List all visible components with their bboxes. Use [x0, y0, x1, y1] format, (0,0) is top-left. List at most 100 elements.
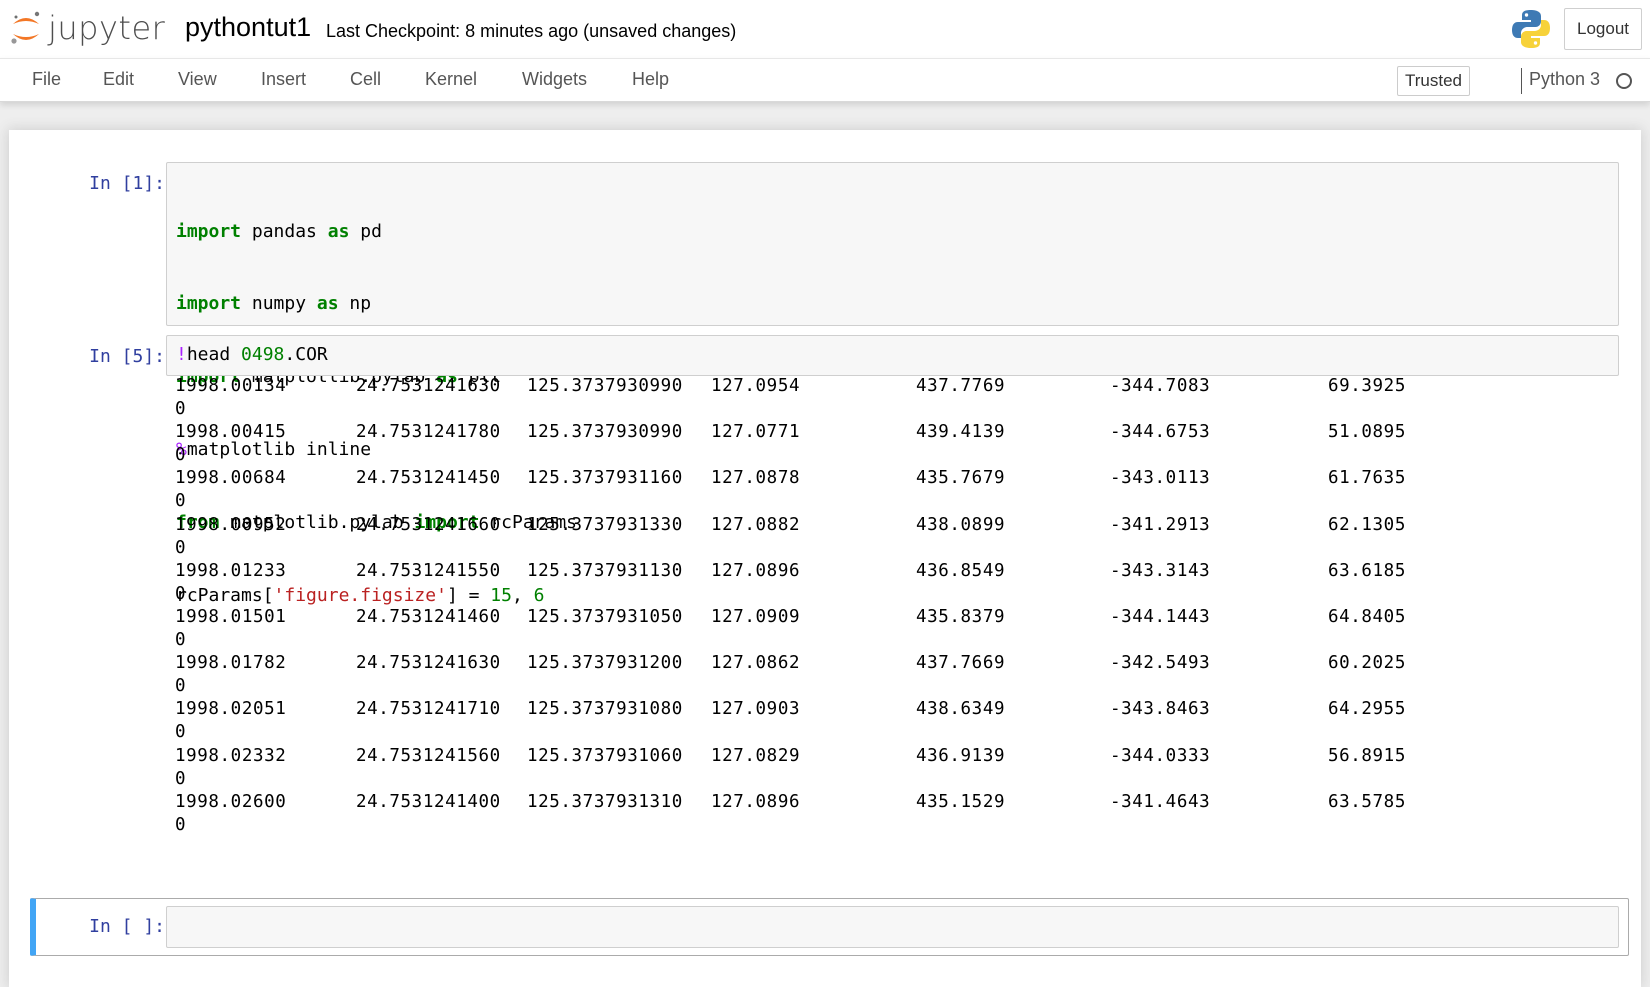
output-row-wrap: 0	[175, 583, 187, 604]
output-cell: 437.7669	[916, 653, 1006, 674]
output-row: 1998.02332 24.7531241560 125.3737931060 127…	[175, 746, 1475, 768]
output-cell: 24.7531241780	[356, 422, 501, 443]
checkpoint-status: Last Checkpoint: 8 minutes ago (unsaved …	[326, 21, 737, 41]
code-text: ,	[511, 585, 534, 607]
output-row-wrap: 0	[175, 676, 187, 697]
output-cell: 125.3737931060	[527, 745, 683, 766]
output-cell: 125.3737930990	[527, 376, 683, 396]
cell-1-prompt: In [1]:	[89, 173, 165, 194]
cell-2-prompt: In [5]:	[89, 346, 165, 367]
output-cell: -343.3143	[1110, 560, 1211, 581]
output-cell: -343.0113	[1110, 468, 1211, 489]
output-cell: 51.0895	[1328, 422, 1406, 443]
menu-edit[interactable]: Edit	[103, 69, 134, 90]
cell-3-prompt: In [ ]:	[89, 916, 165, 937]
output-cell: 127.0909	[711, 607, 801, 627]
output-cell: 125.3737931130	[527, 560, 683, 581]
menu-view[interactable]: View	[178, 69, 217, 90]
output-row-wrap: 0	[175, 445, 187, 466]
output-cell: 438.6349	[916, 699, 1006, 720]
output-cell: 125.3737931160	[527, 468, 683, 489]
menu-help[interactable]: Help	[632, 69, 669, 90]
cell-2-code-input[interactable]: !head 0498.COR	[166, 335, 1619, 376]
output-cell: 127.0954	[711, 376, 801, 396]
code-text: ] =	[446, 585, 491, 607]
output-cell: 60.2025	[1328, 653, 1406, 674]
output-cell: 1998.02600	[175, 791, 287, 812]
output-cell: 63.5785	[1328, 791, 1406, 812]
kernel-name[interactable]: Python 3	[1529, 69, 1600, 90]
output-cell: 437.7769	[916, 376, 1006, 396]
output-cell: 24.7531241450	[356, 468, 501, 489]
shell-bang: !	[176, 344, 187, 365]
cell-1-code-input[interactable]: import pandas as pd import numpy as np i…	[166, 162, 1619, 606]
notebook-header: jupyter pythontut1 Last Checkpoint: 8 mi…	[0, 0, 1650, 58]
output-cell: 56.8915	[1328, 745, 1406, 766]
output-cell: 125.3737931330	[527, 514, 683, 535]
notebook-container: In [1]: import pandas as pd import numpy…	[9, 130, 1641, 987]
output-cell: 61.7635	[1328, 468, 1406, 489]
code-line: import numpy as np	[176, 292, 1609, 316]
output-cell: 24.7531241630	[356, 376, 501, 396]
output-row-wrap: 0	[175, 722, 187, 743]
menu-widgets[interactable]: Widgets	[522, 69, 587, 90]
output-row-wrap: 0	[175, 491, 187, 512]
output-cell: 24.7531241400	[356, 791, 501, 812]
menu-kernel[interactable]: Kernel	[425, 69, 477, 90]
trusted-indicator[interactable]: Trusted	[1397, 66, 1470, 96]
output-cell: 127.0882	[711, 514, 801, 535]
output-cell: 125.3737930990	[527, 422, 683, 443]
output-cell: 127.0896	[711, 791, 801, 812]
code-text: numpy	[241, 293, 317, 315]
output-cell: 24.7531241660	[356, 514, 501, 535]
output-cell: 438.0899	[916, 514, 1006, 535]
output-cell: 127.0862	[711, 653, 801, 674]
number-literal: 0498	[241, 344, 285, 365]
output-cell: 127.0896	[711, 560, 801, 581]
output-cell: 1998.00684	[175, 468, 287, 489]
output-cell: 436.9139	[916, 745, 1006, 766]
cell-1-code: import pandas as pd import numpy as np i…	[167, 163, 1618, 665]
menubar: File Edit View Insert Cell Kernel Widget…	[0, 58, 1650, 102]
kernel-idle-icon	[1616, 73, 1632, 89]
output-cell: 62.1305	[1328, 514, 1406, 535]
code-text: .COR	[284, 344, 328, 365]
output-cell: 435.1529	[916, 791, 1006, 812]
number-literal: 15	[490, 585, 512, 607]
jupyter-logo-text: jupyter	[48, 9, 166, 47]
logout-button[interactable]: Logout	[1564, 8, 1642, 50]
output-cell: 69.3925	[1328, 376, 1406, 396]
output-row-wrap: 0	[175, 630, 187, 650]
output-row: 1998.02051 24.7531241710 125.3737931080 127…	[175, 699, 1475, 721]
keyword: as	[316, 293, 339, 315]
output-cell: 436.8549	[916, 560, 1006, 581]
notebook-name[interactable]: pythontut1	[185, 12, 311, 43]
keyword: import	[176, 293, 242, 315]
keyword: as	[327, 220, 350, 242]
output-cell: 1998.02051	[175, 699, 287, 720]
cell-3-code-input[interactable]	[166, 906, 1619, 948]
output-cell: 1998.02332	[175, 745, 287, 766]
menu-insert[interactable]: Insert	[261, 69, 306, 90]
menu-file[interactable]: File	[32, 69, 61, 90]
output-cell: 1998.00952	[175, 514, 287, 535]
jupyter-logo[interactable]: jupyter	[10, 6, 165, 50]
kernel-separator	[1521, 68, 1522, 94]
output-cell: -341.4643	[1110, 791, 1211, 812]
menu-cell[interactable]: Cell	[350, 69, 381, 90]
output-cell: 125.3737931080	[527, 699, 683, 720]
python-logo-icon	[1512, 10, 1550, 48]
code-line: rcParams['figure.figsize'] = 15, 6	[176, 584, 1609, 608]
output-row: 1998.00684 24.7531241450 125.3737931160 127…	[175, 468, 1475, 490]
output-row: 1998.01782 24.7531241630 125.3737931200 127…	[175, 653, 1475, 675]
output-cell: -343.8463	[1110, 699, 1211, 720]
output-cell: 1998.01233	[175, 560, 287, 581]
code-text: np	[338, 293, 372, 315]
code-text: head	[186, 344, 242, 365]
output-cell: 125.3737931200	[527, 653, 683, 674]
output-cell: 1998.00415	[175, 422, 287, 443]
output-cell: -341.2913	[1110, 514, 1211, 535]
output-cell: 1998.00134	[175, 376, 287, 396]
output-cell: -344.1443	[1110, 607, 1211, 627]
output-cell: 24.7531241630	[356, 653, 501, 674]
